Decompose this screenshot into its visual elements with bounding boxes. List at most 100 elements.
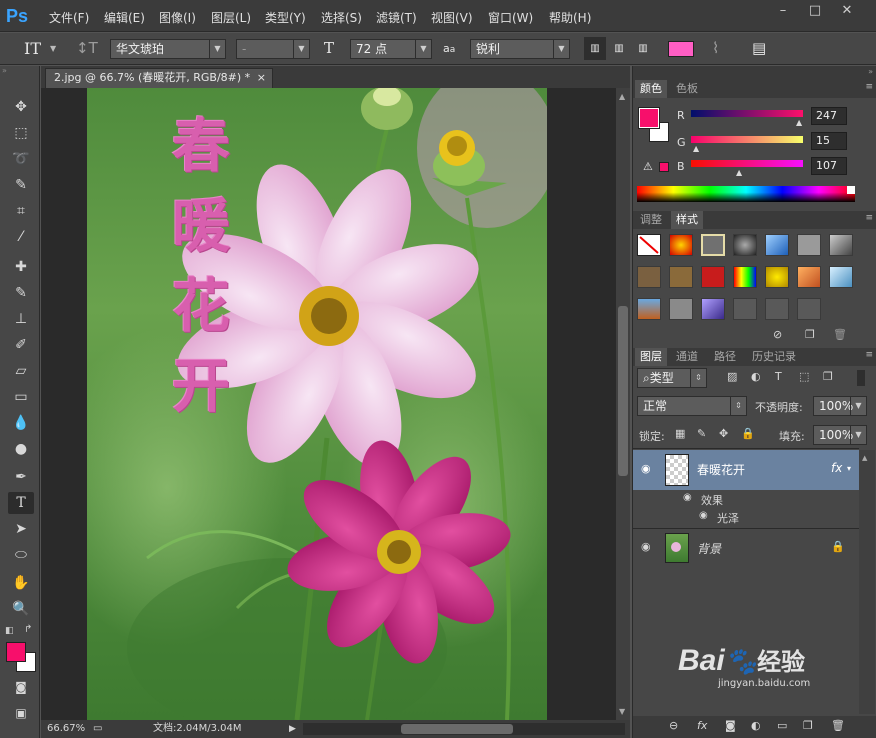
swap-colors-icon[interactable]: ↱ (24, 624, 32, 635)
color-fg-swatch[interactable] (638, 107, 660, 129)
style-swatch[interactable] (669, 234, 693, 256)
layer-name[interactable]: 背景 (697, 540, 721, 557)
text-orientation-icon[interactable]: ↕T (76, 37, 98, 60)
lock-all-icon[interactable]: 🔒 (741, 427, 755, 440)
minimize-icon[interactable]: – (770, 2, 796, 20)
scroll-up-icon[interactable]: ▲ (862, 454, 867, 462)
add-mask-icon[interactable]: ◙ (725, 719, 736, 732)
tab-layers[interactable]: 图层 (635, 348, 667, 366)
white-chip[interactable] (847, 186, 855, 194)
panel-menu-icon[interactable]: ≡ (865, 350, 873, 360)
new-style-icon[interactable]: ❐ (805, 328, 815, 341)
layer-filter-select[interactable]: ⌕类型 ⇕ (637, 368, 707, 388)
pen-tool-icon[interactable]: ✒ (8, 466, 34, 488)
eraser-tool-icon[interactable]: ▱ (8, 360, 34, 382)
gradient-tool-icon[interactable]: ▭ (8, 386, 34, 408)
menu-image[interactable]: 图像(I) (159, 9, 196, 26)
menu-view[interactable]: 视图(V) (431, 9, 473, 26)
slider-thumb-icon[interactable]: ▲ (736, 168, 742, 177)
style-swatch[interactable] (701, 266, 725, 288)
style-swatch[interactable] (701, 298, 725, 320)
filter-type-icon[interactable]: T (775, 370, 782, 383)
channel-b-value[interactable]: 107 (811, 157, 847, 175)
layers-scrollbar[interactable]: ▲ (859, 450, 875, 714)
lock-icon[interactable]: 🔒 (831, 540, 845, 553)
crop-tool-icon[interactable]: ⌗ (8, 200, 34, 222)
align-right-icon[interactable]: ▥ (632, 37, 654, 60)
style-swatch[interactable] (669, 266, 693, 288)
layer-row-text[interactable]: ◉ 春暖花开 fx ▾ (633, 450, 859, 490)
healing-brush-tool-icon[interactable]: ✚ (8, 256, 34, 278)
style-swatch[interactable] (829, 234, 853, 256)
gamut-color-chip[interactable] (659, 162, 669, 172)
horizontal-scroll-thumb[interactable] (401, 724, 513, 734)
blend-mode-select[interactable]: 正常 ⇕ (637, 396, 747, 416)
move-tool-icon[interactable]: ✥ (8, 96, 34, 118)
vertical-scrollbar[interactable]: ▲ ▼ (616, 88, 630, 720)
menu-filter[interactable]: 滤镜(T) (376, 9, 417, 26)
link-layers-icon[interactable]: ⊖ (669, 719, 678, 732)
history-brush-tool-icon[interactable]: ✐ (8, 334, 34, 356)
character-panel-icon[interactable]: ▤ (752, 37, 766, 60)
type-tool-preset-icon[interactable]: IT (24, 37, 41, 60)
hand-tool-icon[interactable]: ✋ (8, 572, 34, 594)
tab-paths[interactable]: 路径 (709, 348, 741, 366)
type-tool-icon[interactable]: T (8, 492, 34, 514)
menu-layer[interactable]: 图层(L) (211, 9, 251, 26)
channel-r-slider[interactable] (691, 110, 803, 117)
style-none-swatch[interactable] (637, 234, 661, 256)
style-swatch[interactable] (733, 266, 757, 288)
style-swatch[interactable] (637, 298, 661, 320)
tab-channels[interactable]: 通道 (671, 348, 703, 366)
fx-icon[interactable]: fx (831, 461, 842, 475)
style-swatch[interactable] (765, 298, 789, 320)
eye-icon[interactable]: ◉ (699, 510, 708, 521)
chevron-down-icon[interactable]: ▾ (847, 464, 851, 473)
lock-pixels-icon[interactable]: ✎ (697, 427, 706, 440)
close-tab-icon[interactable]: × (257, 69, 266, 87)
tab-swatches[interactable]: 色板 (671, 80, 703, 98)
channel-r-value[interactable]: 247 (811, 107, 847, 125)
eyedropper-tool-icon[interactable]: ⁄ (8, 226, 34, 248)
style-swatch[interactable] (701, 234, 725, 256)
default-colors-icon[interactable]: ◧ (5, 626, 14, 636)
lock-transparent-icon[interactable]: ▦ (675, 427, 685, 440)
style-swatch[interactable] (797, 298, 821, 320)
fill-input[interactable]: 100% ▼ (813, 425, 867, 445)
panel-menu-icon[interactable]: ≡ (865, 82, 873, 92)
eye-icon[interactable]: ◉ (641, 540, 651, 553)
scroll-up-icon[interactable]: ▲ (619, 92, 625, 101)
channel-b-slider[interactable] (691, 160, 803, 167)
style-swatch[interactable] (797, 266, 821, 288)
layer-name[interactable]: 春暖花开 (697, 461, 745, 478)
chevron-down-icon[interactable]: ▼ (50, 37, 56, 60)
horizontal-scrollbar[interactable] (303, 723, 625, 735)
lasso-tool-icon[interactable]: ➰ (8, 148, 34, 170)
maximize-icon[interactable]: □ (802, 2, 828, 20)
delete-style-icon[interactable]: 🗑 (833, 328, 847, 341)
vertical-text-layer[interactable]: 春 暖 花 开 (161, 106, 241, 426)
channel-g-slider[interactable] (691, 136, 803, 143)
dodge-tool-icon[interactable]: ● (8, 438, 34, 460)
vertical-scroll-thumb[interactable] (618, 306, 628, 476)
text-color-swatch[interactable] (668, 41, 694, 57)
gamut-warning-icon[interactable]: ⚠ (643, 160, 653, 173)
marquee-tool-icon[interactable]: ⬚ (8, 122, 34, 144)
zoom-level[interactable]: 66.67% (47, 720, 85, 738)
path-select-tool-icon[interactable]: ➤ (8, 518, 34, 540)
menu-window[interactable]: 窗口(W) (488, 9, 533, 26)
style-swatch[interactable] (733, 298, 757, 320)
collapse-toolbox-icon[interactable]: » (2, 67, 38, 75)
status-menu-icon[interactable]: ▶ (289, 720, 296, 738)
add-style-icon[interactable]: fx (697, 719, 707, 732)
tab-styles[interactable]: 样式 (671, 211, 703, 229)
tab-history[interactable]: 历史记录 (747, 348, 801, 366)
align-left-icon[interactable]: ▥ (584, 37, 606, 60)
filter-adjustment-icon[interactable]: ◐ (751, 370, 761, 383)
eye-icon[interactable]: ◉ (683, 492, 692, 503)
new-layer-icon[interactable]: ❐ (803, 719, 813, 732)
clone-stamp-tool-icon[interactable]: ⊥ (8, 308, 34, 330)
lock-position-icon[interactable]: ✥ (719, 427, 728, 440)
layer-effects-row[interactable]: ◉ 效果 (633, 490, 859, 510)
foreground-color-swatch[interactable] (6, 642, 26, 662)
